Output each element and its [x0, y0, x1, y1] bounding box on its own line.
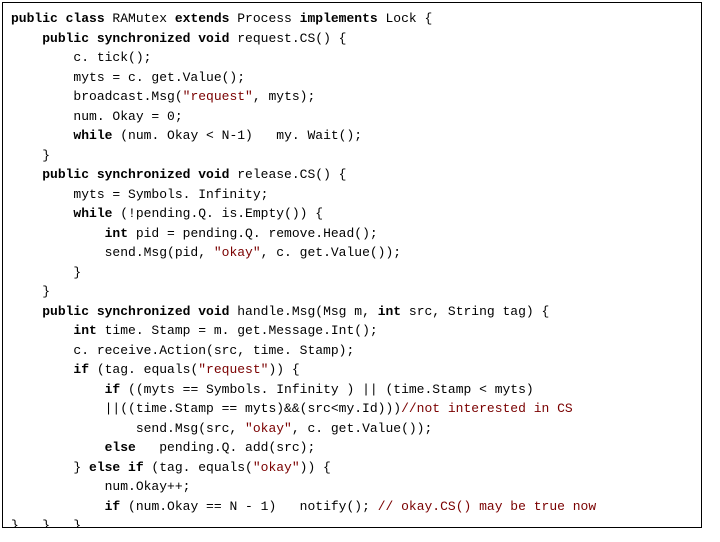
line: int time. Stamp = m. get.Message.Int(); — [11, 323, 378, 338]
line: } — [11, 284, 50, 299]
keyword: else if — [89, 460, 144, 475]
line: c. tick(); — [11, 50, 151, 65]
line: else pending.Q. add(src); — [11, 440, 315, 455]
line: if (tag. equals("request")) { — [11, 362, 300, 377]
line: } else if (tag. equals("okay")) { — [11, 460, 331, 475]
keyword: if — [105, 499, 121, 514]
keyword: int — [73, 323, 96, 338]
keyword: else — [105, 440, 136, 455]
line: public class RAMutex extends Process imp… — [11, 11, 432, 26]
code-block: public class RAMutex extends Process imp… — [2, 2, 702, 528]
keyword: public synchronized void — [42, 31, 229, 46]
keyword: int — [105, 226, 128, 241]
line: } — [11, 148, 50, 163]
line: ||((time.Stamp == myts)&&(src<my.Id)))//… — [11, 401, 573, 416]
line: send.Msg(src, "okay", c. get.Value()); — [11, 421, 432, 436]
line: num.Okay++; — [11, 479, 190, 494]
string: "request" — [198, 362, 268, 377]
line: if (num.Okay == N - 1) notify(); // okay… — [11, 499, 596, 514]
line: public synchronized void request.CS() { — [11, 31, 346, 46]
string: "okay" — [214, 245, 261, 260]
comment: // okay.CS() may be true now — [378, 499, 596, 514]
line: broadcast.Msg("request", myts); — [11, 89, 315, 104]
keyword: public synchronized void — [42, 304, 229, 319]
keyword: int — [378, 304, 401, 319]
string: "request" — [183, 89, 253, 104]
string: "okay" — [245, 421, 292, 436]
line: num. Okay = 0; — [11, 109, 183, 124]
line: while (num. Okay < N-1) my. Wait(); — [11, 128, 362, 143]
keyword: if — [105, 382, 121, 397]
keyword: while — [73, 206, 112, 221]
line: myts = Symbols. Infinity; — [11, 187, 268, 202]
keyword: extends — [175, 11, 230, 26]
keyword: implements — [300, 11, 378, 26]
line: public synchronized void handle.Msg(Msg … — [11, 304, 549, 319]
line: if ((myts == Symbols. Infinity ) || (tim… — [11, 382, 534, 397]
line: int pid = pending.Q. remove.Head(); — [11, 226, 378, 241]
line: while (!pending.Q. is.Empty()) { — [11, 206, 323, 221]
keyword: public synchronized void — [42, 167, 229, 182]
keyword: if — [73, 362, 89, 377]
keyword: while — [73, 128, 112, 143]
line: c. receive.Action(src, time. Stamp); — [11, 343, 354, 358]
line: public synchronized void release.CS() { — [11, 167, 346, 182]
line: } } } — [11, 518, 81, 528]
keyword: public class — [11, 11, 105, 26]
line: send.Msg(pid, "okay", c. get.Value()); — [11, 245, 401, 260]
comment: //not interested in CS — [401, 401, 573, 416]
line: } — [11, 265, 81, 280]
line: myts = c. get.Value(); — [11, 70, 245, 85]
string: "okay" — [253, 460, 300, 475]
